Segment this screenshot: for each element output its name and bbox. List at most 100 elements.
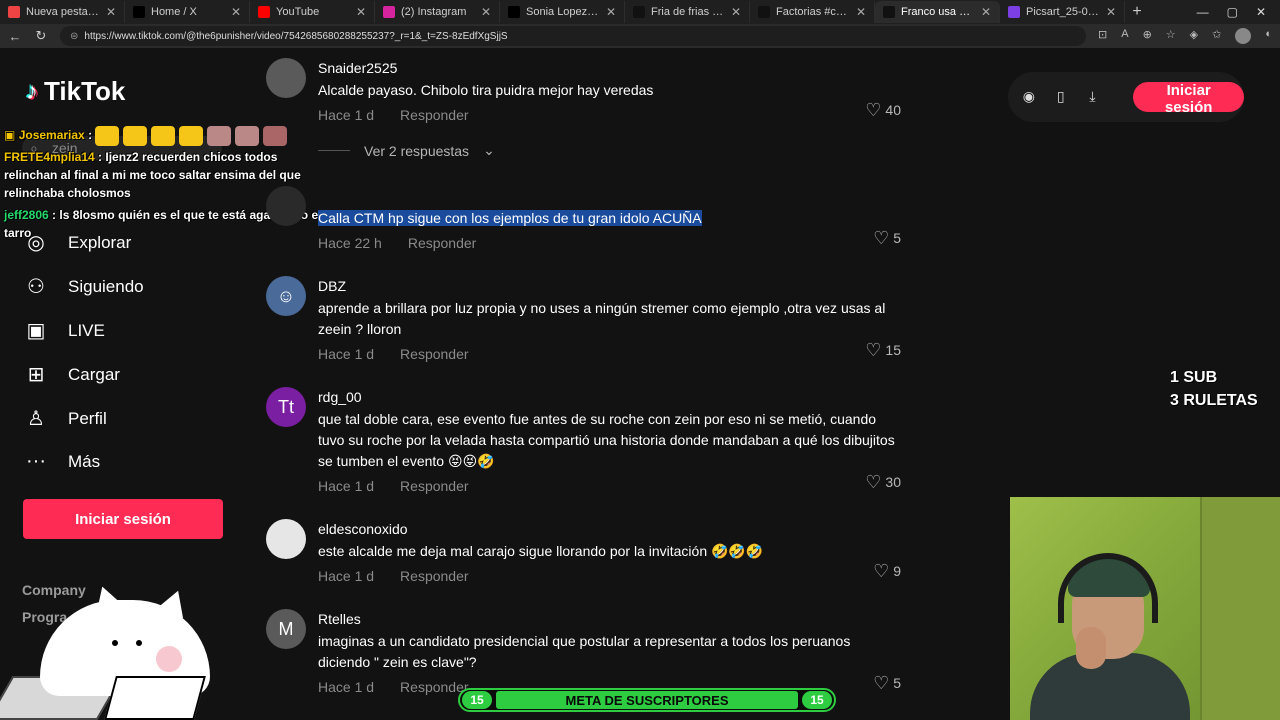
back-icon[interactable]: ←	[8, 29, 22, 44]
comment-time: Hace 1 d	[318, 478, 375, 494]
comment-username[interactable]: rdg_00	[318, 389, 903, 405]
comment-time: Hace 22 h	[318, 235, 382, 251]
browser-tab-strip: + — ▢ ✕ Nueva pestaña ✕ Home / X ✕ YouTube ✕(…	[0, 0, 1280, 24]
reload-icon[interactable]: ↻	[34, 28, 48, 44]
heart-icon: ♡	[865, 340, 882, 360]
reply-button[interactable]: Responder	[400, 568, 469, 584]
comment-username[interactable]: DBZ	[318, 278, 903, 294]
reply-button[interactable]: Responder	[400, 107, 469, 123]
reply-button[interactable]: Responder	[400, 679, 469, 695]
tab-close-icon[interactable]: ✕	[231, 5, 241, 19]
comment-text: imaginas a un candidato presidencial que…	[318, 633, 851, 670]
favorites-icon[interactable]: ✩	[1212, 28, 1221, 44]
phone-icon[interactable]: ▯	[1052, 88, 1070, 106]
comment-time: Hace 1 d	[318, 568, 375, 584]
download-icon[interactable]: ⤓	[1084, 88, 1102, 106]
maximize-icon[interactable]: ▢	[1227, 5, 1238, 19]
profile-avatar[interactable]	[1235, 28, 1252, 44]
browser-tab[interactable]: Fria de frias #chaleselc ✕	[625, 1, 750, 23]
header-actions: ◉ ▯ ⤓ Iniciar sesión	[1008, 72, 1245, 122]
sidebar-item-mas[interactable]: ··· Más	[24, 450, 100, 473]
site-info-icon[interactable]: ⊜	[70, 31, 78, 42]
browser-tab[interactable]: Factorias #chaleselcrac ✕	[750, 1, 875, 23]
tiktok-logo[interactable]: ♪ TikTok	[26, 76, 125, 107]
chevron-down-icon: ⌄	[483, 142, 495, 158]
close-window-icon[interactable]: ✕	[1256, 5, 1266, 19]
tab-close-icon[interactable]: ✕	[981, 5, 991, 19]
chat-user: Josemariax	[18, 128, 85, 143]
avatar[interactable]: M	[266, 609, 306, 649]
comment-time: Hace 1 d	[318, 679, 375, 695]
reply-button[interactable]: Responder	[408, 235, 477, 251]
browser-tab[interactable]: Sonia Lopez en X: "Est ✕	[500, 1, 625, 23]
like-button[interactable]: ♡ 30	[865, 473, 901, 491]
star-icon[interactable]: ☆	[1166, 28, 1176, 44]
overlay-line: 1 SUB	[1170, 369, 1218, 386]
comment-text: aprende a brillara por luz propia y no u…	[318, 300, 886, 337]
translate-icon[interactable]: A	[1121, 28, 1128, 44]
reply-button[interactable]: Responder	[400, 478, 469, 494]
copilot-icon[interactable]: ◐	[1265, 28, 1272, 44]
comment-meta: Hace 22 h Responder	[318, 235, 903, 251]
sidebar-item-cargar[interactable]: ⊞ Cargar	[24, 362, 120, 387]
like-button[interactable]: ♡ 5	[873, 229, 901, 247]
subscriber-goal-bar: 15 META DE SUSCRIPTORES 15	[458, 688, 836, 712]
comment-body: rdg_00 que tal doble cara, ese evento fu…	[318, 387, 903, 494]
like-button[interactable]: ♡ 15	[865, 340, 901, 360]
sidebar-item-perfil[interactable]: ♙ Perfil	[24, 406, 107, 431]
browser-tab[interactable]: YouTube ✕	[250, 1, 375, 23]
extensions-icon[interactable]: ◈	[1190, 28, 1198, 44]
new-tab-button[interactable]: +	[1125, 3, 1149, 21]
upload-icon: ⊞	[27, 364, 45, 386]
avatar[interactable]: Tt	[266, 387, 306, 427]
comment-body: Calla CTM hp sigue con los ejemplos de t…	[318, 186, 903, 251]
header-login-button[interactable]: Iniciar sesión	[1133, 82, 1245, 116]
tab-favicon-icon	[508, 6, 520, 18]
address-bar: ← ↻ ⊜ https://www.tiktok.com/@the6punish…	[0, 24, 1280, 48]
browser-tab[interactable]: Nueva pestaña ✕	[0, 1, 125, 23]
tab-close-icon[interactable]: ✕	[1106, 5, 1116, 19]
comment-username[interactable]: Snaider2525	[318, 60, 903, 76]
like-button[interactable]: ♡ 9	[873, 562, 901, 580]
tab-close-icon[interactable]: ✕	[356, 5, 366, 19]
chat-user: jeff2806	[4, 208, 49, 222]
tab-title: Home / X	[151, 6, 197, 18]
browser-tab[interactable]: (2) Instagram ✕	[375, 1, 500, 23]
comment-username[interactable]: eldesconoxido	[318, 521, 903, 537]
like-button[interactable]: ♡ 40	[865, 101, 901, 119]
browser-tab[interactable]: Picsart_25-08-27_15-3 ✕	[1000, 1, 1125, 23]
zoom-icon[interactable]: ⊕	[1143, 28, 1152, 44]
coins-icon[interactable]: ◉	[1020, 88, 1038, 106]
avatar[interactable]: ☺	[266, 276, 306, 316]
comment-text-selected: Calla CTM hp sigue con los ejemplos de t…	[318, 210, 702, 226]
like-button[interactable]: ♡ 5	[873, 674, 901, 692]
install-app-icon[interactable]: ⊡	[1098, 28, 1107, 44]
avatar[interactable]	[266, 58, 306, 98]
reply-button[interactable]: Responder	[400, 346, 469, 362]
comment-username[interactable]: Rtelles	[318, 611, 903, 627]
tab-title: (2) Instagram	[401, 6, 467, 18]
sidebar-item-live[interactable]: ▣ LIVE	[24, 318, 105, 343]
avatar[interactable]	[266, 519, 306, 559]
emote-icon	[151, 126, 176, 146]
tab-close-icon[interactable]: ✕	[731, 5, 741, 19]
sidebar-login-button[interactable]: Iniciar sesión	[23, 499, 223, 539]
minimize-icon[interactable]: —	[1197, 5, 1209, 19]
tab-close-icon[interactable]: ✕	[856, 5, 866, 19]
tab-favicon-icon	[883, 6, 895, 18]
browser-tab[interactable]: Home / X ✕	[125, 1, 250, 23]
url-field[interactable]: ⊜ https://www.tiktok.com/@the6punisher/v…	[60, 26, 1086, 46]
comment-body: Rtelles imaginas a un candidato presiden…	[318, 609, 903, 695]
comment-time: Hace 1 d	[318, 346, 375, 362]
comment-username[interactable]	[318, 188, 903, 204]
tab-favicon-icon	[133, 6, 145, 18]
avatar[interactable]	[266, 186, 306, 226]
like-count: 15	[885, 342, 901, 358]
sidebar-item-siguiendo[interactable]: ⚇ Siguiendo	[24, 274, 144, 299]
webcam-person-body	[1030, 653, 1190, 720]
tab-close-icon[interactable]: ✕	[606, 5, 616, 19]
browser-tab[interactable]: Franco usa de ejemplo ✕	[875, 1, 1000, 23]
tab-close-icon[interactable]: ✕	[106, 5, 116, 19]
tab-close-icon[interactable]: ✕	[481, 5, 491, 19]
view-replies-button[interactable]: Ver 2 respuestas ⌄	[318, 142, 495, 159]
